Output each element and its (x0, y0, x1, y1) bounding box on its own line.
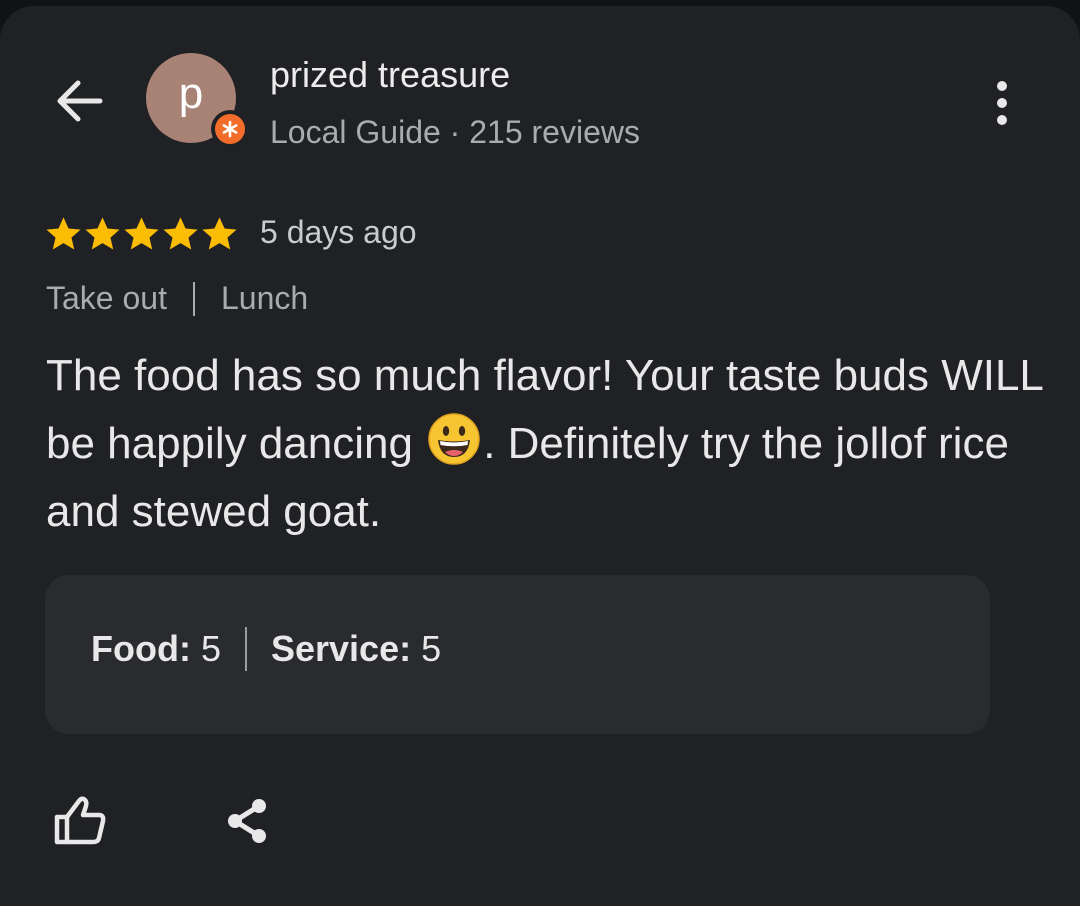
share-icon (228, 799, 266, 843)
star-icon (163, 217, 198, 250)
sub-ratings-panel: Food: 5 Service: 5 (45, 575, 990, 734)
star-icon (85, 217, 120, 250)
review-tags: Take out Lunch (46, 280, 308, 317)
rating-divider (244, 627, 247, 671)
food-rating-label: Food: (91, 628, 191, 669)
star-icon (46, 217, 81, 250)
more-vertical-icon (997, 81, 1007, 125)
posted-time: 5 days ago (260, 214, 417, 250)
service-rating-label: Service: (270, 628, 412, 669)
tag-item: Take out (46, 280, 167, 316)
user-meta: Local Guide · 215 reviews (270, 114, 640, 150)
star-icon (124, 217, 159, 250)
grinning-face-emoji (428, 413, 480, 465)
tag-item: Lunch (220, 280, 309, 316)
review-card: p prized treasure Local Guide · 215 revi… (0, 6, 1080, 906)
thumbs-up-icon (54, 796, 106, 845)
user-name[interactable]: prized treasure (270, 54, 510, 96)
share-button[interactable] (214, 788, 280, 854)
star-icon (202, 217, 237, 250)
food-rating-value: 5 (200, 628, 221, 669)
tag-divider (192, 281, 195, 316)
arrow-left-icon (57, 80, 103, 122)
local-guide-badge-icon (222, 120, 238, 138)
back-button[interactable] (46, 68, 112, 134)
like-button[interactable] (44, 788, 116, 854)
service-rating-value: 5 (421, 628, 442, 669)
more-options-button[interactable] (975, 73, 1029, 133)
local-guide-badge (211, 110, 249, 148)
star-rating (44, 214, 239, 254)
review-text: The food has so much flavor! Your taste … (46, 342, 1056, 546)
